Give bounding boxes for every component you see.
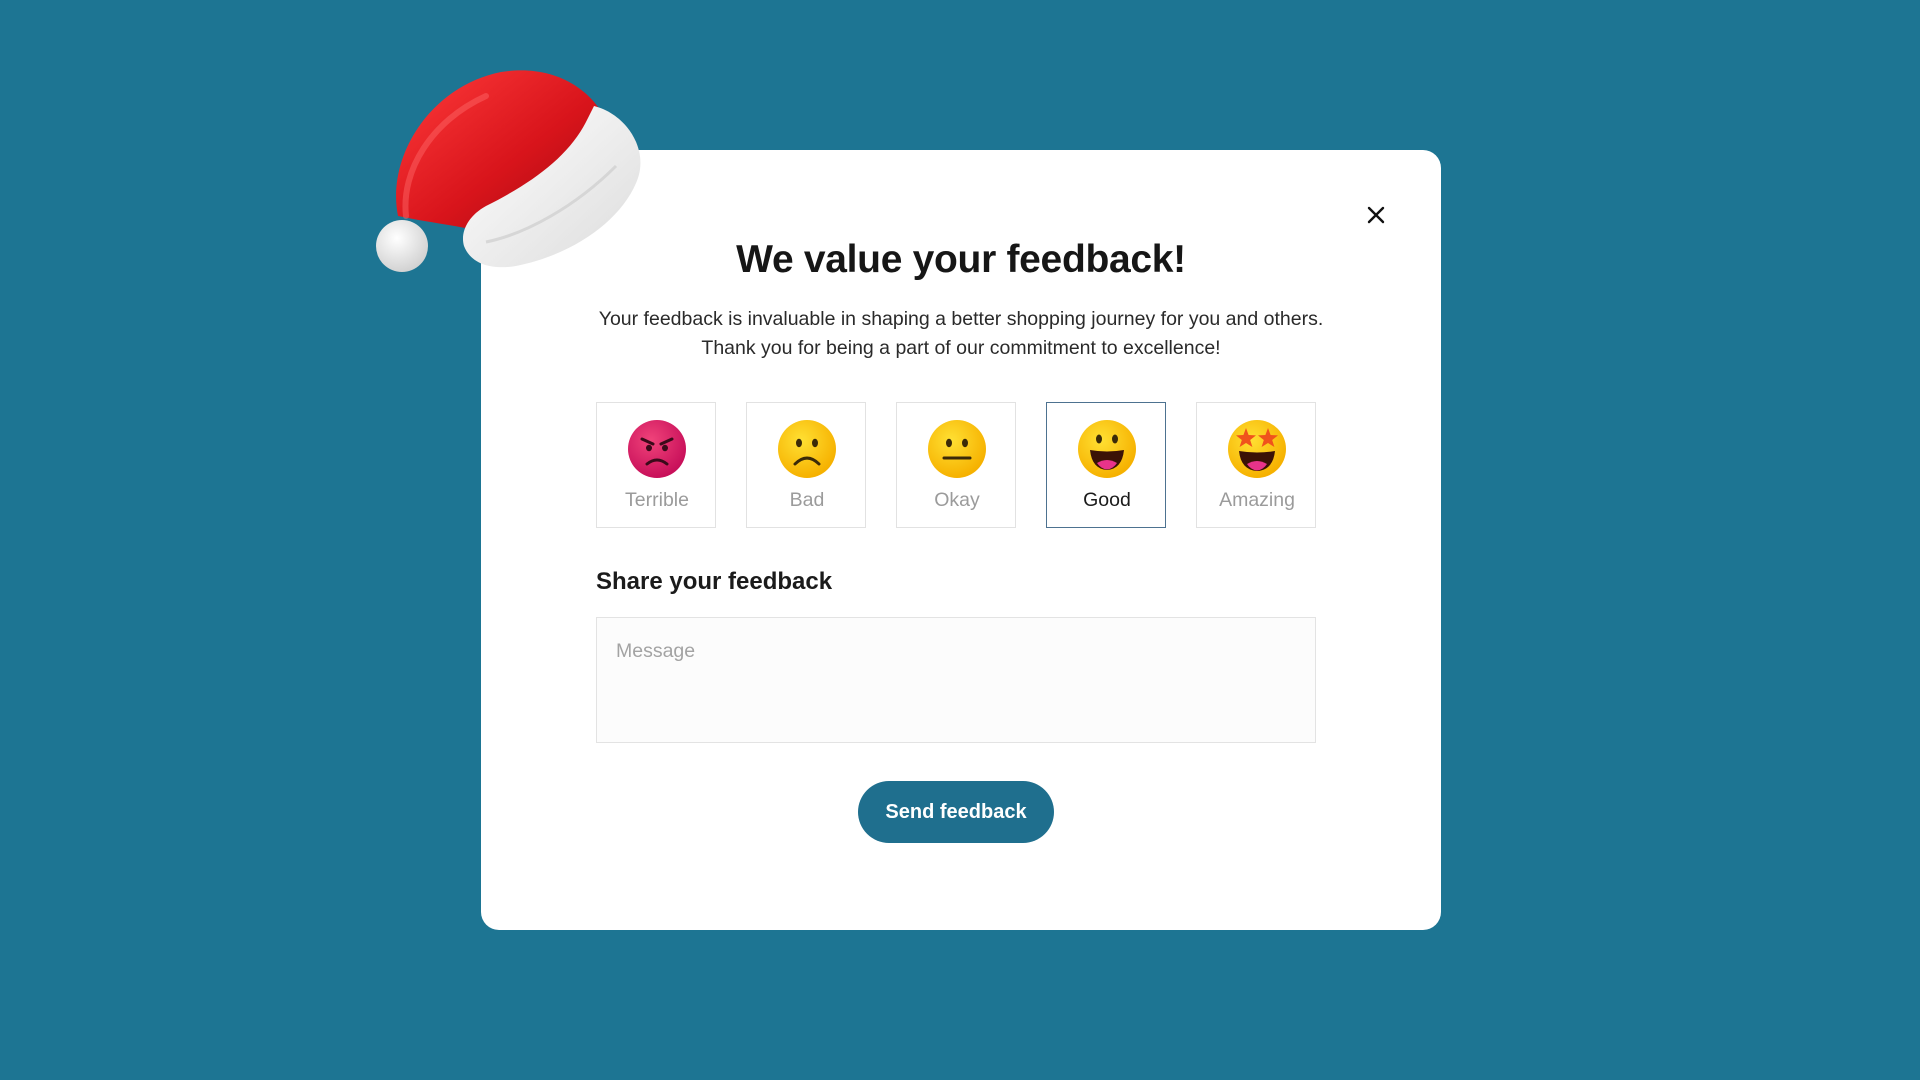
santa-hat-icon (376, 70, 641, 272)
rating-label: Bad (789, 489, 825, 511)
close-button[interactable] (1358, 197, 1394, 233)
modal-subtitle: Your feedback is invaluable in shaping a… (598, 308, 1324, 359)
page-background: We value your feedback! Your feedback is… (0, 0, 1920, 1080)
neutral-face-icon (928, 420, 986, 478)
rating-label: Good (1083, 489, 1131, 511)
rating-terrible[interactable]: Terrible (596, 402, 716, 528)
star-struck-face-icon (1228, 420, 1286, 478)
send-feedback-button[interactable]: Send feedback (858, 781, 1054, 843)
rating-okay[interactable]: Okay (896, 402, 1016, 528)
rating-label: Amazing (1219, 489, 1295, 511)
feedback-label: Share your feedback (596, 568, 833, 595)
rating-good[interactable]: Good (1046, 402, 1166, 528)
close-icon (1367, 206, 1385, 224)
rating-label: Terrible (625, 489, 689, 511)
message-input[interactable] (596, 617, 1316, 743)
grinning-face-icon (1078, 420, 1136, 478)
rating-bad[interactable]: Bad (746, 402, 866, 528)
rating-label: Okay (934, 489, 980, 511)
rating-options: Terrible Bad Okay Good Amazing (596, 402, 1316, 528)
angry-face-icon (628, 420, 686, 478)
frowning-face-icon (778, 420, 836, 478)
rating-amazing[interactable]: Amazing (1196, 402, 1316, 528)
